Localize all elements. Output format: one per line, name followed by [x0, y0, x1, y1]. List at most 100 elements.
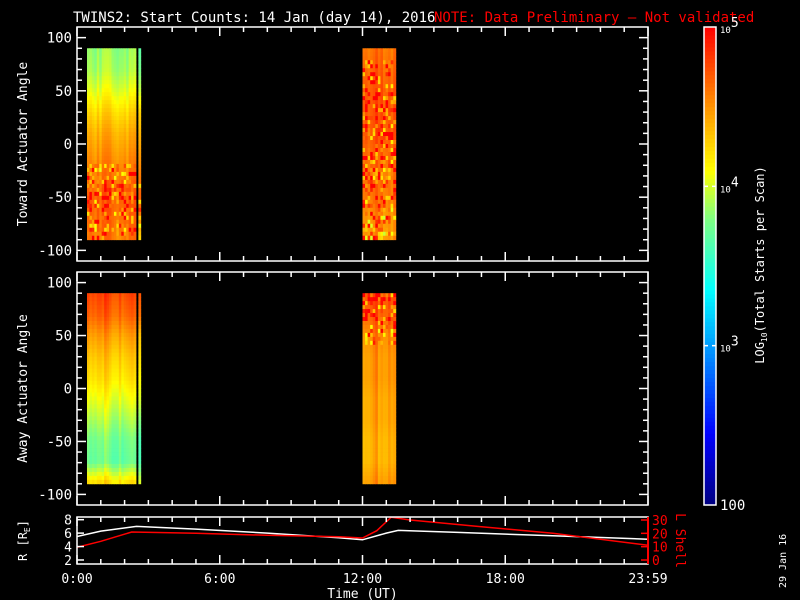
heatmap-cell [89, 203, 93, 209]
heatmap-cell [133, 175, 137, 181]
heatmap-cell [118, 136, 122, 141]
heatmap-cell [126, 195, 130, 201]
heatmap-cell [86, 207, 90, 213]
heatmap-cell [91, 163, 95, 169]
heatmap-cell [390, 471, 394, 477]
heatmap-cell [118, 60, 122, 65]
heatmap-cell [362, 475, 366, 481]
heatmap-cell [375, 388, 379, 393]
heatmap-cell [388, 219, 392, 225]
y-tick-label: 0 [64, 382, 72, 398]
heatmap-cell [133, 76, 137, 81]
heatmap-cell [362, 384, 366, 389]
heatmap-cell [106, 388, 110, 393]
heatmap-cell [111, 163, 115, 169]
heatmap-cell [385, 159, 389, 165]
heatmap-cell [375, 88, 379, 93]
heatmap-cell [365, 144, 369, 149]
heatmap-cell [121, 179, 125, 185]
heatmap-cell [104, 88, 107, 93]
heatmap-cell [89, 60, 93, 65]
heatmap-cell [393, 336, 397, 342]
heatmap-cell [375, 396, 379, 401]
heatmap-cell [385, 444, 389, 449]
heatmap-cell [128, 108, 132, 113]
heatmap-cell [99, 293, 103, 298]
heatmap-cell [121, 301, 125, 306]
heatmap-cell [362, 356, 366, 362]
heatmap-cell [393, 324, 397, 330]
heatmap-cell [99, 344, 103, 350]
heatmap-cell [91, 92, 95, 97]
heatmap-cell [99, 459, 103, 465]
heatmap-cell [96, 128, 100, 133]
heatmap-cell [370, 68, 374, 73]
y-axis-label: Toward Actuator Angle [16, 62, 31, 227]
heatmap-cell [380, 179, 384, 185]
heatmap-cell [367, 301, 371, 306]
heatmap-cell [89, 376, 93, 381]
heatmap-cell [126, 64, 130, 69]
heatmap-cell [86, 328, 90, 334]
heatmap-cell [370, 179, 374, 185]
heatmap-cell [116, 416, 120, 421]
heatmap-cell [89, 68, 93, 73]
heatmap-cell [123, 344, 127, 350]
heatmap-cell [91, 60, 95, 65]
heatmap-cell [393, 144, 397, 149]
heatmap-cell [138, 440, 142, 445]
heatmap-cell [362, 92, 366, 97]
heatmap-cell [126, 132, 130, 137]
heatmap-cell [126, 203, 130, 209]
heatmap-cell [106, 128, 110, 133]
heatmap-cell [370, 151, 374, 157]
heatmap-cell [126, 436, 130, 441]
heatmap-cell [375, 92, 379, 97]
heatmap-cell [96, 167, 100, 173]
colorbar-cell [704, 178, 716, 183]
heatmap-cell [128, 68, 132, 73]
heatmap-cell [393, 187, 397, 193]
heatmap-cell [383, 191, 386, 197]
heatmap-cell [367, 96, 371, 101]
heatmap-cell [123, 155, 127, 161]
heatmap-cell [380, 432, 384, 437]
heatmap-cell [365, 420, 369, 425]
heatmap-cell [128, 72, 132, 77]
heatmap-cell [375, 219, 379, 225]
heatmap-cell [375, 132, 379, 137]
heatmap-cell [138, 412, 142, 417]
heatmap-cell [89, 320, 93, 326]
heatmap-cell [388, 404, 392, 409]
heatmap-cell [116, 187, 120, 193]
heatmap-cell [101, 207, 105, 213]
heatmap-cell [116, 96, 120, 101]
heatmap-cell [109, 72, 112, 77]
heatmap-cell [111, 317, 115, 322]
heatmap-cell [126, 420, 130, 425]
heatmap-cell [375, 191, 379, 197]
heatmap-cell [121, 356, 125, 362]
heatmap-cell [89, 147, 93, 153]
heatmap-cell [365, 364, 369, 370]
heatmap-cell [121, 332, 125, 338]
heatmap-cell [86, 467, 90, 473]
heatmap-cell [94, 104, 98, 109]
heatmap-cell [113, 479, 117, 485]
heatmap-cell [118, 88, 122, 93]
heatmap-cell [86, 203, 90, 209]
heatmap-cell [383, 132, 386, 137]
heatmap-cell [385, 356, 389, 362]
heatmap-cell [385, 293, 389, 298]
heatmap-cell [393, 332, 397, 338]
heatmap-cell [385, 320, 389, 326]
heatmap-cell [133, 227, 137, 233]
colorbar-cell [704, 481, 716, 486]
heatmap-cell [370, 100, 374, 105]
heatmap-cell [118, 467, 122, 473]
heatmap-cell [365, 448, 369, 453]
heatmap-cell [91, 124, 95, 129]
heatmap-cell [126, 380, 130, 385]
heatmap-cell [375, 68, 379, 73]
heatmap-cell [128, 467, 132, 473]
